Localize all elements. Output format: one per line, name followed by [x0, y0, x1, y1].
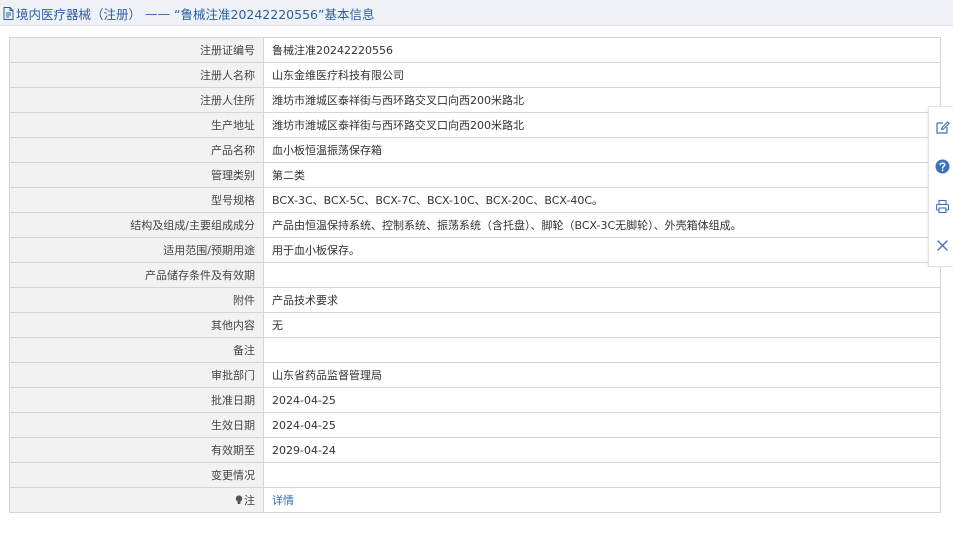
table-row: 注册人名称 山东金维医疗科技有限公司 — [9, 62, 941, 88]
print-icon — [935, 199, 949, 213]
header-record-title: “鲁械注准20242220556”基本信息 — [174, 6, 375, 22]
table-row: 有效期至 2029-04-24 — [9, 437, 941, 463]
row-label: 审批部门 — [9, 362, 264, 388]
table-row: 审批部门 山东省药品监督管理局 — [9, 362, 941, 388]
table-row: 型号规格 BCX-3C、BCX-5C、BCX-7C、BCX-10C、BCX-20… — [9, 187, 941, 213]
row-label: 生产地址 — [9, 112, 264, 138]
row-label: 附件 — [9, 287, 264, 313]
table-row: 附件 产品技术要求 — [9, 287, 941, 313]
row-value: 产品技术要求 — [263, 287, 941, 313]
page-header: 境内医疗器械（注册） —— “鲁械注准20242220556”基本信息 — [0, 0, 953, 26]
table-row: 注册人住所 潍坊市潍城区泰祥街与西环路交叉口向西200米路北 — [9, 87, 941, 113]
row-label: 注册人住所 — [9, 87, 264, 113]
note-label: 注 — [244, 494, 255, 507]
close-button[interactable] — [934, 237, 950, 253]
note-label-cell: 注 — [9, 487, 264, 513]
row-label: 适用范围/预期用途 — [9, 237, 264, 263]
row-value — [263, 337, 941, 363]
row-value: 潍坊市潍城区泰祥街与西环路交叉口向西200米路北 — [263, 112, 941, 138]
table-row: 注册证编号 鲁械注准20242220556 — [9, 37, 941, 63]
row-label: 产品储存条件及有效期 — [9, 262, 264, 288]
row-label: 结构及组成/主要组成成分 — [9, 212, 264, 238]
print-button[interactable] — [934, 198, 950, 214]
table-row: 变更情况 — [9, 462, 941, 488]
table-row: 备注 — [9, 337, 941, 363]
table-row: 生产地址 潍坊市潍城区泰祥街与西环路交叉口向西200米路北 — [9, 112, 941, 138]
row-value: 产品由恒温保持系统、控制系统、振荡系统（含托盘）、脚轮（BCX-3C无脚轮）、外… — [263, 212, 941, 238]
info-table: 注册证编号 鲁械注准20242220556 注册人名称 山东金维医疗科技有限公司… — [9, 37, 941, 513]
info-table-wrapper: 注册证编号 鲁械注准20242220556 注册人名称 山东金维医疗科技有限公司… — [9, 37, 941, 513]
row-label: 批准日期 — [9, 387, 264, 413]
row-label: 产品名称 — [9, 137, 264, 163]
edit-button[interactable] — [934, 119, 950, 135]
table-row: 结构及组成/主要组成成分 产品由恒温保持系统、控制系统、振荡系统（含托盘）、脚轮… — [9, 212, 941, 238]
row-label: 备注 — [9, 337, 264, 363]
row-label: 变更情况 — [9, 462, 264, 488]
row-value: 2029-04-24 — [263, 437, 941, 463]
row-value: 潍坊市潍城区泰祥街与西环路交叉口向西200米路北 — [263, 87, 941, 113]
edit-icon — [935, 120, 950, 134]
row-label: 注册人名称 — [9, 62, 264, 88]
row-value: BCX-3C、BCX-5C、BCX-7C、BCX-10C、BCX-20C、BCX… — [263, 187, 941, 213]
row-label: 管理类别 — [9, 162, 264, 188]
row-value: 鲁械注准20242220556 — [263, 37, 941, 63]
row-value — [263, 262, 941, 288]
close-icon — [936, 239, 948, 251]
row-label: 型号规格 — [9, 187, 264, 213]
row-value: 无 — [263, 312, 941, 338]
table-row: 产品名称 血小板恒温振荡保存箱 — [9, 137, 941, 163]
row-label: 有效期至 — [9, 437, 264, 463]
table-row: 生效日期 2024-04-25 — [9, 412, 941, 438]
row-label: 注册证编号 — [9, 37, 264, 63]
note-row: 注 详情 — [9, 487, 941, 513]
table-row: 批准日期 2024-04-25 — [9, 387, 941, 413]
document-icon — [3, 6, 14, 20]
header-category: 境内医疗器械（注册） — [16, 6, 142, 22]
table-row: 其他内容 无 — [9, 312, 941, 338]
row-label: 其他内容 — [9, 312, 264, 338]
row-value: 山东省药品监督管理局 — [263, 362, 941, 388]
table-row: 适用范围/预期用途 用于血小板保存。 — [9, 237, 941, 263]
header-separator: —— — [145, 5, 171, 21]
details-link[interactable]: 详情 — [272, 494, 294, 507]
header-title: 境内医疗器械（注册） —— “鲁械注准20242220556”基本信息 — [3, 4, 374, 22]
lightbulb-icon — [235, 495, 243, 504]
row-value: 血小板恒温振荡保存箱 — [263, 137, 941, 163]
side-toolbar — [928, 106, 953, 267]
help-button[interactable] — [934, 158, 950, 174]
help-icon — [935, 159, 949, 173]
row-label: 生效日期 — [9, 412, 264, 438]
row-value: 第二类 — [263, 162, 941, 188]
row-value — [263, 462, 941, 488]
table-row: 产品储存条件及有效期 — [9, 262, 941, 288]
note-value-cell: 详情 — [263, 487, 941, 513]
row-value: 2024-04-25 — [263, 412, 941, 438]
row-value: 用于血小板保存。 — [263, 237, 941, 263]
row-value: 山东金维医疗科技有限公司 — [263, 62, 941, 88]
row-value: 2024-04-25 — [263, 387, 941, 413]
table-row: 管理类别 第二类 — [9, 162, 941, 188]
